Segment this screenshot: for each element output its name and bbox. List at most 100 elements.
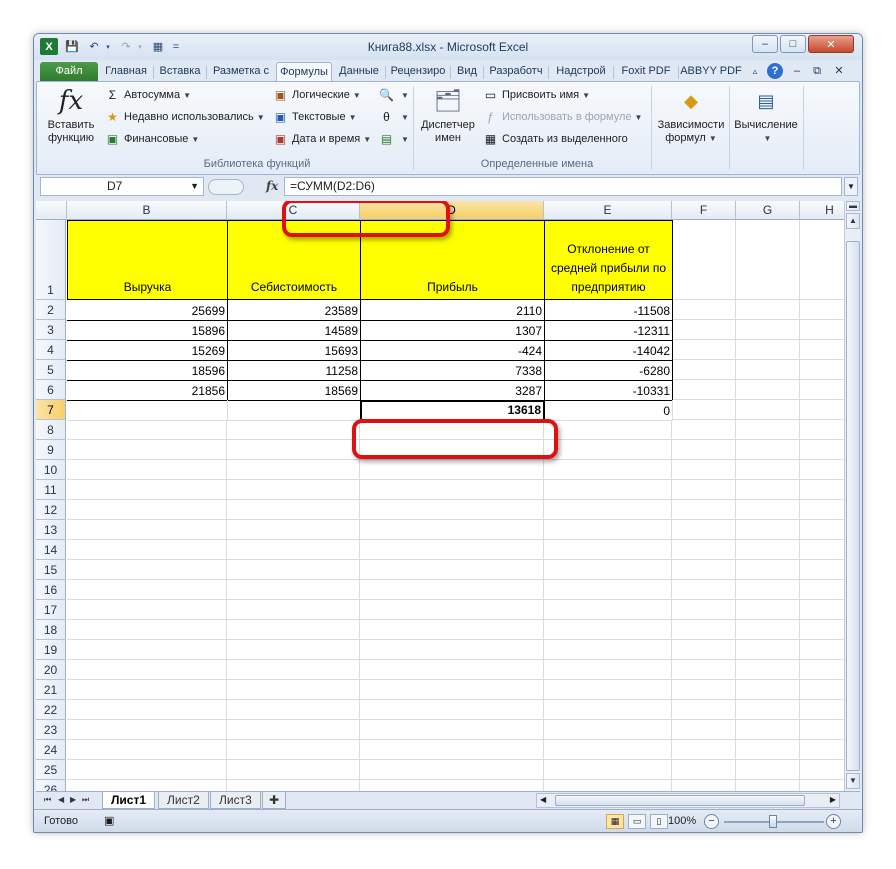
cell[interactable] (736, 740, 800, 760)
cell[interactable] (227, 740, 360, 760)
cell[interactable] (360, 420, 544, 440)
cell[interactable] (800, 720, 844, 740)
tab-formulas[interactable]: Формулы (276, 62, 332, 82)
cell[interactable] (360, 460, 544, 480)
cell[interactable] (800, 700, 844, 720)
cell[interactable] (544, 420, 672, 440)
cell[interactable] (227, 620, 360, 640)
cell[interactable] (360, 740, 544, 760)
cell-e7[interactable]: 0 (544, 400, 673, 421)
cell[interactable] (544, 660, 672, 680)
column-header-e[interactable]: E (544, 201, 672, 220)
cell[interactable] (67, 480, 227, 500)
cell[interactable] (800, 680, 844, 700)
row-header[interactable]: 23 (36, 720, 66, 740)
chevron-down-icon[interactable]: ▼ (190, 178, 199, 195)
cell[interactable] (736, 480, 800, 500)
cell[interactable] (227, 440, 360, 460)
cell-b3[interactable]: 15896 (67, 320, 228, 341)
name-box[interactable]: D7 ▼ (40, 177, 204, 196)
cell[interactable] (800, 600, 844, 620)
doc-minimize-icon[interactable]: – (790, 62, 804, 82)
tab-developer[interactable]: Разработч (485, 62, 547, 82)
tab-file[interactable]: Файл (40, 62, 98, 82)
row-header[interactable]: 22 (36, 700, 66, 720)
cell-d6[interactable]: 3287 (360, 380, 545, 401)
column-header-h[interactable]: H (800, 201, 844, 220)
formula-input[interactable]: =СУММ(D2:D6) (284, 177, 842, 196)
cell[interactable] (672, 620, 736, 640)
cell[interactable] (544, 620, 672, 640)
cell[interactable] (672, 700, 736, 720)
cell[interactable] (227, 560, 360, 580)
cell[interactable] (672, 680, 736, 700)
cell[interactable] (67, 620, 227, 640)
cell[interactable] (736, 220, 800, 300)
cell[interactable] (736, 400, 800, 420)
cell[interactable] (736, 600, 800, 620)
fx-icon[interactable]: fx (266, 179, 278, 193)
doc-close-icon[interactable]: ✕ (832, 62, 846, 82)
cell[interactable] (544, 460, 672, 480)
tab-review[interactable]: Рецензиро (387, 62, 449, 82)
horizontal-scrollbar[interactable]: ◀ ▶ (536, 793, 840, 808)
column-header-f[interactable]: F (672, 201, 736, 220)
cell[interactable] (672, 500, 736, 520)
financial-button[interactable]: ▣ Финансовые ▼ (105, 132, 199, 146)
cell[interactable] (67, 640, 227, 660)
cell[interactable] (800, 360, 844, 380)
calculation-button[interactable]: ▤ Вычисление ▼ (731, 86, 801, 145)
cell[interactable] (67, 540, 227, 560)
cell[interactable] (67, 680, 227, 700)
cell[interactable] (736, 640, 800, 660)
tab-view[interactable]: Вид (452, 62, 482, 82)
last-sheet-icon[interactable]: ⏭ (82, 795, 89, 805)
cell[interactable] (672, 660, 736, 680)
cell-e1[interactable]: Отклонение от средней прибыли по предпри… (544, 220, 673, 300)
cell[interactable] (800, 400, 844, 420)
cell-d3[interactable]: 1307 (360, 320, 545, 341)
cell-d4[interactable]: -424 (360, 340, 545, 361)
cell[interactable] (736, 700, 800, 720)
row-header[interactable]: 9 (36, 440, 66, 460)
cell[interactable] (736, 780, 800, 791)
close-button[interactable]: ✕ (808, 35, 854, 53)
cell[interactable] (672, 640, 736, 660)
cell[interactable] (544, 680, 672, 700)
cell[interactable] (800, 560, 844, 580)
cell[interactable] (227, 420, 360, 440)
cell[interactable] (736, 500, 800, 520)
use-in-formula-button[interactable]: ƒ Использовать в формуле ▼ (483, 110, 642, 124)
cell[interactable] (67, 440, 227, 460)
cell[interactable] (800, 460, 844, 480)
cell[interactable] (67, 460, 227, 480)
row-header[interactable]: 15 (36, 560, 66, 580)
column-header-c[interactable]: C (227, 201, 360, 220)
cell[interactable] (736, 760, 800, 780)
row-header[interactable]: 21 (36, 680, 66, 700)
cell[interactable] (800, 540, 844, 560)
cell[interactable] (800, 500, 844, 520)
cell[interactable] (736, 300, 800, 320)
cell[interactable] (672, 560, 736, 580)
logical-button[interactable]: ▣ Логические ▼ (273, 88, 361, 102)
datetime-button[interactable]: ▣ Дата и время ▼ (273, 132, 371, 146)
doc-restore-icon[interactable]: ⧉ (810, 62, 824, 82)
insert-sheet-icon[interactable]: ✚ (262, 792, 287, 809)
cell[interactable] (544, 480, 672, 500)
cell[interactable] (672, 400, 736, 420)
cell[interactable] (672, 480, 736, 500)
cell[interactable] (227, 760, 360, 780)
cell[interactable] (67, 760, 227, 780)
tab-home[interactable]: Главная (100, 62, 152, 82)
row-header[interactable]: 14 (36, 540, 66, 560)
cell[interactable] (672, 720, 736, 740)
column-header-b[interactable]: B (67, 201, 227, 220)
cell[interactable] (544, 500, 672, 520)
cell-c3[interactable]: 14589 (227, 320, 361, 341)
cell[interactable] (736, 340, 800, 360)
cell[interactable] (672, 540, 736, 560)
cell[interactable] (736, 420, 800, 440)
expand-formula-bar-icon[interactable]: ▼ (844, 177, 858, 196)
cell[interactable] (360, 760, 544, 780)
